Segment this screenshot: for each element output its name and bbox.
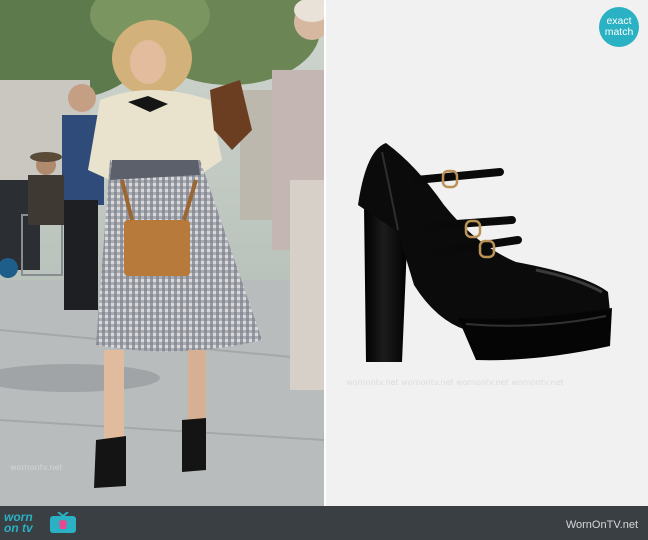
logo-bottom-text: on tv xyxy=(4,521,33,535)
svg-text:wornontv.net: wornontv.net xyxy=(10,463,63,472)
exact-match-badge: exact match xyxy=(599,7,639,47)
product-photo: wornontv.net wornontv.net wornontv.net w… xyxy=(326,0,648,506)
svg-text:wornontv.net wornontv.net: wornontv.net wornontv.net wornontv.net w… xyxy=(346,378,564,387)
site-name: WornOnTV.net xyxy=(565,519,638,531)
street-scene-illustration: wornontv.net xyxy=(0,0,324,506)
wornontv-logo[interactable]: worn on tv xyxy=(4,511,33,535)
street-scene-photo: wornontv.net xyxy=(0,0,324,506)
tv-icon xyxy=(50,512,76,533)
platform-mary-jane-shoe-illustration: wornontv.net wornontv.net wornontv.net w… xyxy=(326,0,648,506)
footer-bar xyxy=(0,506,648,540)
badge-line-2: match xyxy=(604,26,634,38)
